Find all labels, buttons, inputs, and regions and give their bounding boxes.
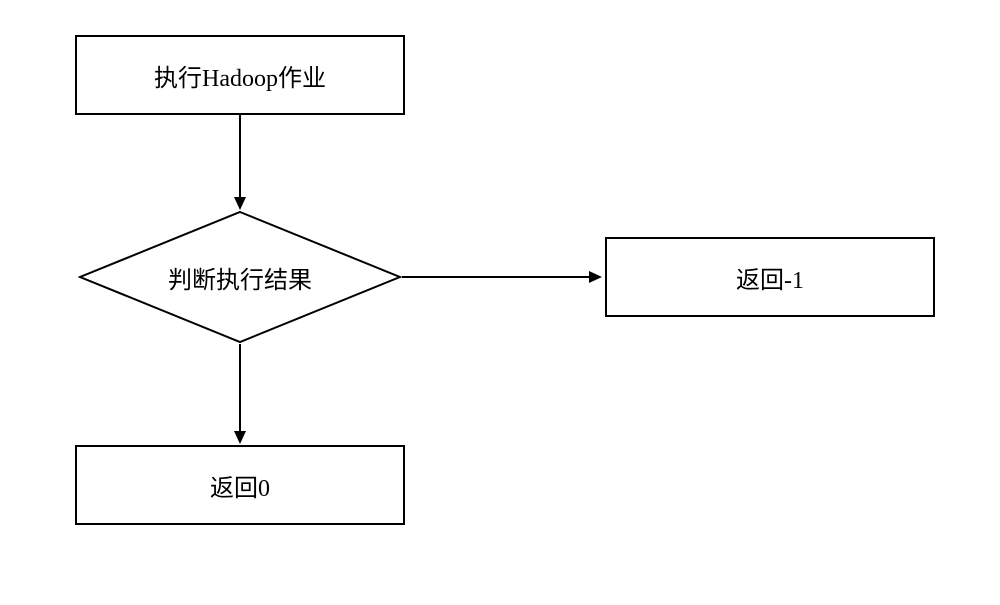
flowchart-result-down: 返回0 [75,445,405,525]
flowchart-decision-label: 判断执行结果 [168,260,312,295]
flowchart-result-down-label: 返回0 [210,468,270,503]
arrow-down-1 [232,115,252,215]
flowchart-result-right-label: 返回-1 [736,260,804,295]
flowchart-decision: 判断执行结果 [78,210,402,344]
flowchart-result-right: 返回-1 [605,237,935,317]
flowchart-step-execute: 执行Hadoop作业 [75,35,405,115]
arrow-down-2 [232,344,252,449]
arrow-right [402,269,607,289]
flowchart-step-execute-label: 执行Hadoop作业 [154,58,326,93]
